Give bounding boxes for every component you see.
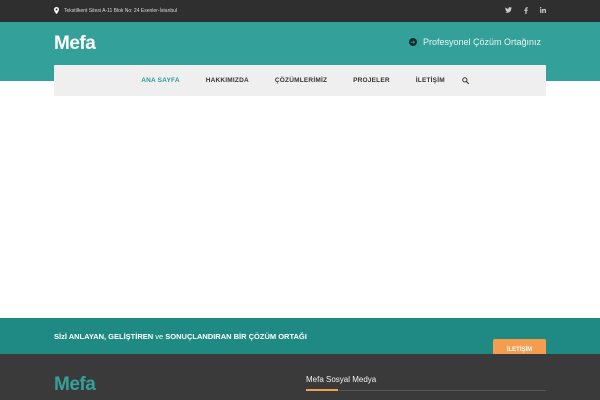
tagline-text: Profesyonel Çözüm Ortağınız xyxy=(422,37,541,47)
heading-underline xyxy=(306,389,338,391)
nav-item-ana-sayfa[interactable]: ANA SAYFA xyxy=(128,77,193,84)
cta-banner: Sİzİ ANLAYAN, GELİŞTİREN ve SONUÇLANDIRA… xyxy=(0,318,600,360)
nav-item-projeler[interactable]: PROJELER xyxy=(340,77,403,84)
nav-item-iletisim[interactable]: İLETİŞİM xyxy=(403,77,458,84)
top-bar: Tekstilkent Sitesi A-11 Blok No: 24 Esen… xyxy=(0,0,600,22)
heading-divider xyxy=(338,389,546,391)
cta-text-part-2: SONUÇLANDIRAN BİR ÇÖZÜM ORTAĞI xyxy=(165,332,307,341)
cta-text-part-1: Sİzİ ANLAYAN, GELİŞTİREN xyxy=(54,332,154,341)
address-text: Tekstilkent Sitesi A-11 Blok No: 24 Esen… xyxy=(64,8,178,14)
search-icon[interactable] xyxy=(460,75,472,87)
cta-text: Sİzİ ANLAYAN, GELİŞTİREN ve SONUÇLANDIRA… xyxy=(54,332,307,341)
tagline: ➜ Profesyonel Çözüm Ortağınız xyxy=(408,37,541,47)
cta-text-connector: ve xyxy=(153,332,166,341)
linkedin-icon[interactable] xyxy=(540,7,546,15)
twitter-icon[interactable] xyxy=(505,7,512,15)
facebook-icon[interactable] xyxy=(524,6,528,16)
main-navigation: ANA SAYFA HAKKIMIZDA ÇÖZÜMLERİMİZ PROJEL… xyxy=(54,65,546,96)
social-links xyxy=(505,6,546,16)
address-block: Tekstilkent Sitesi A-11 Blok No: 24 Esen… xyxy=(54,6,178,16)
map-pin-icon xyxy=(54,6,59,16)
site-footer: Mefa Mefa Sosyal Medya xyxy=(0,354,600,400)
footer-logo[interactable]: Mefa xyxy=(54,375,96,395)
nav-item-cozumlerimiz[interactable]: ÇÖZÜMLERİMİZ xyxy=(262,77,340,84)
nav-item-hakkimizda[interactable]: HAKKIMIZDA xyxy=(193,77,262,84)
site-logo[interactable]: Mefa xyxy=(54,34,96,54)
social-media-heading: Mefa Sosyal Medya xyxy=(306,375,377,384)
arrow-circle-icon: ➜ xyxy=(408,38,417,46)
